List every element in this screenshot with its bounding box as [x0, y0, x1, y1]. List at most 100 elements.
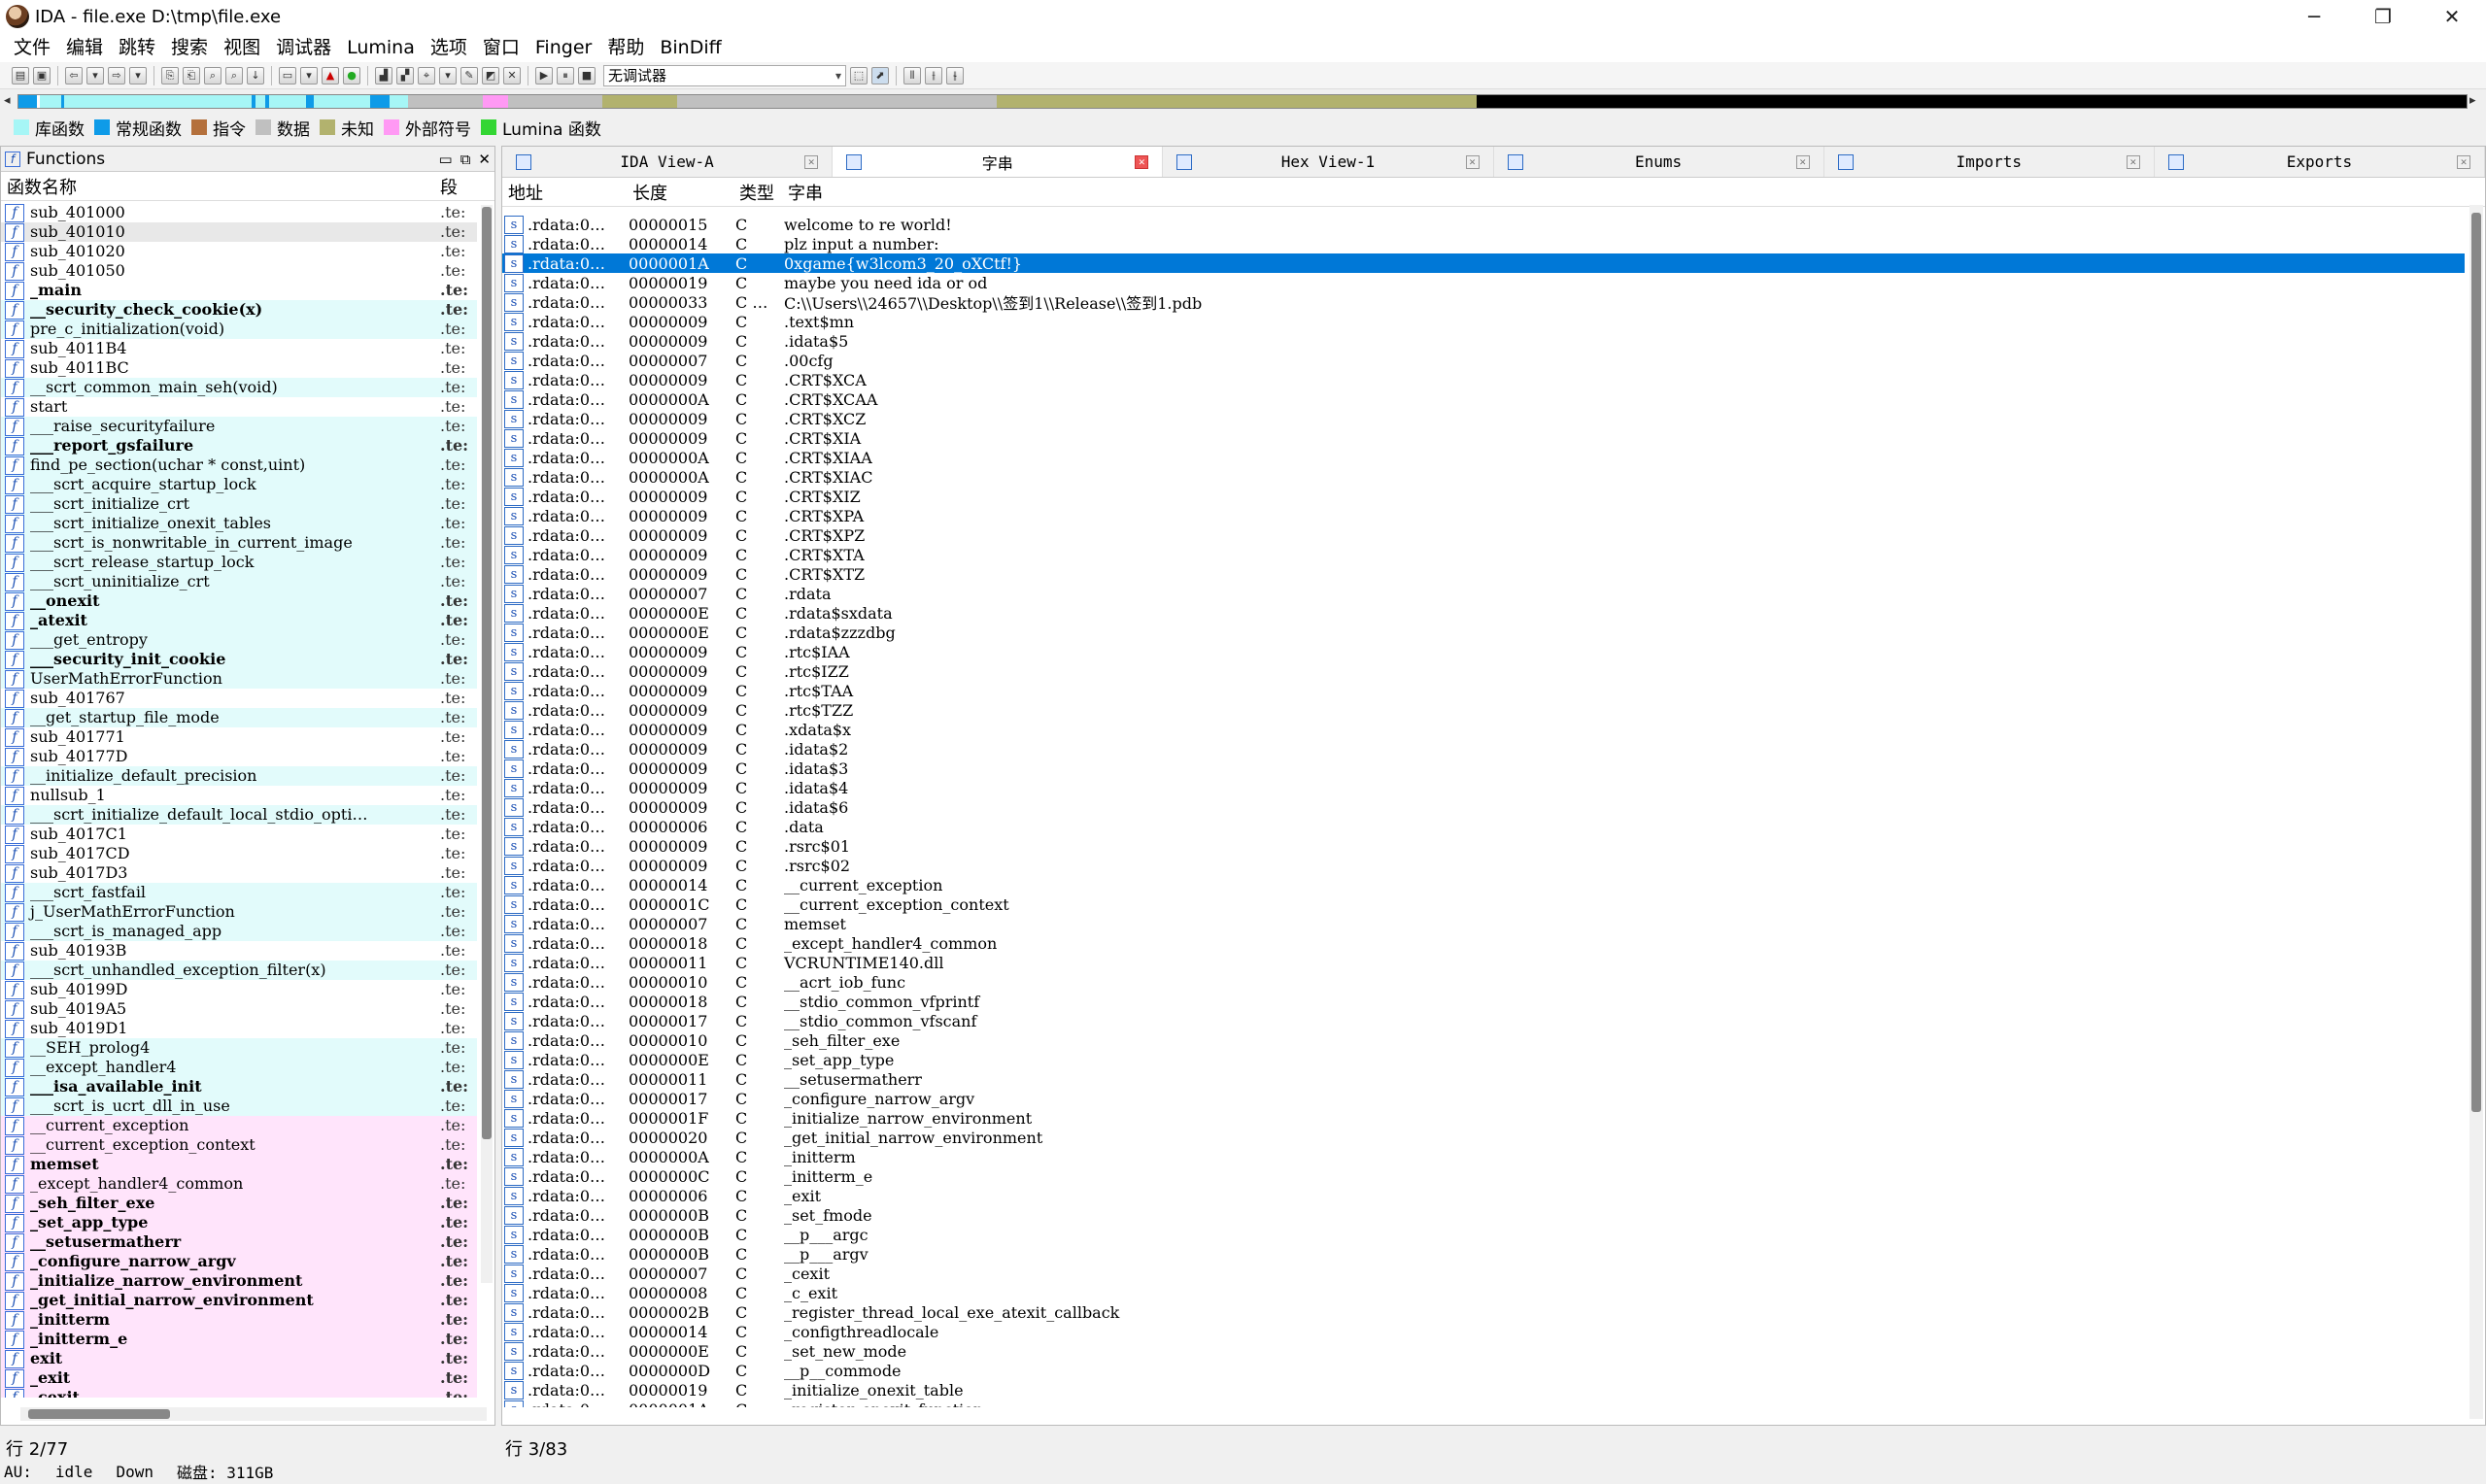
- string-row[interactable]: s .rdata:0… 00000007 Cmemset: [502, 914, 2465, 933]
- function-row[interactable]: f _configure_narrow_argv .te:: [1, 1252, 477, 1271]
- function-row[interactable]: f __get_startup_file_mode .te:: [1, 708, 477, 727]
- plugin-icon[interactable]: ◩: [482, 66, 499, 84]
- call-graph-icon[interactable]: ⌖: [418, 66, 435, 84]
- string-row[interactable]: s .rdata:0… 00000009 C .rtc$TZZ: [502, 700, 2465, 720]
- function-row[interactable]: f ___scrt_is_nonwritable_in_current_image…: [1, 533, 477, 553]
- tab-close-icon[interactable]: ✕: [1135, 154, 1149, 169]
- string-row[interactable]: s .rdata:0… 00000009 C .CRT$XIA: [502, 428, 2465, 448]
- finger-alt-icon[interactable]: ⫳: [946, 66, 964, 84]
- string-row[interactable]: s .rdata:0… 0000000E C _set_new_mode: [502, 1341, 2465, 1361]
- menu-item[interactable]: 文件: [6, 33, 58, 62]
- string-row[interactable]: s .rdata:0… 0000000B C __p___argc: [502, 1225, 2465, 1244]
- function-row[interactable]: f ___raise_securityfailure .te:: [1, 417, 477, 436]
- function-row[interactable]: f __current_exception .te:: [1, 1116, 477, 1135]
- function-row[interactable]: f sub_40177D .te:: [1, 747, 477, 766]
- string-row[interactable]: s .rdata:0… 00000009 C .idata$6: [502, 797, 2465, 817]
- function-row[interactable]: f __except_handler4 .te:: [1, 1058, 477, 1077]
- search-binary-icon[interactable]: ⌕: [204, 66, 221, 84]
- tab-close-icon[interactable]: ✕: [1465, 154, 1480, 169]
- column-header-type[interactable]: 类型: [735, 180, 784, 205]
- close-window-button[interactable]: ✕: [2421, 0, 2483, 33]
- string-row[interactable]: s .rdata:0… 00000009 C .CRT$XTA: [502, 545, 2465, 564]
- string-row[interactable]: s .rdata:0… 00000017 C __stdio_common_vfscan…: [502, 1011, 2465, 1030]
- string-row[interactable]: s .rdata:0… 00000014 C _configthreadlocale: [502, 1322, 2465, 1341]
- function-row[interactable]: f nullsub_1 .te:: [1, 786, 477, 805]
- panel-close-icon[interactable]: ✕: [478, 151, 491, 168]
- navigation-strip[interactable]: [17, 94, 2468, 109]
- string-row[interactable]: s .rdata:0… 00000014 Cplz input a number:: [502, 234, 2465, 253]
- forward-arrow-icon[interactable]: ⇨: [108, 66, 125, 84]
- string-row[interactable]: s .rdata:0… 00000015 Cwelcome to re world!: [502, 215, 2465, 234]
- menu-item[interactable]: Lumina: [339, 33, 423, 62]
- functions-vertical-scrollbar[interactable]: [481, 205, 493, 1283]
- tab-exports[interactable]: Exports ✕: [2155, 147, 2486, 177]
- function-row[interactable]: f ___scrt_initialize_default_local_stdio_…: [1, 805, 477, 825]
- function-row[interactable]: f __SEH_prolog4 .te:: [1, 1038, 477, 1058]
- string-row[interactable]: s .rdata:0… 0000002B C _register_thread_loca…: [502, 1302, 2465, 1322]
- function-row[interactable]: f sub_4017CD .te:: [1, 844, 477, 863]
- string-row[interactable]: s .rdata:0… 00000011 C __setusermatherr: [502, 1069, 2465, 1089]
- menu-item[interactable]: Finger: [528, 33, 599, 62]
- function-row[interactable]: f _initterm_e .te:: [1, 1330, 477, 1349]
- scrollbar-thumb[interactable]: [2471, 213, 2481, 1112]
- string-row[interactable]: s .rdata:0… 0000001F C _initialize_narrow_en…: [502, 1108, 2465, 1128]
- chart-icon[interactable]: ▟: [375, 66, 392, 84]
- string-row[interactable]: s .rdata:0… 00000009 C .rtc$TAA: [502, 681, 2465, 700]
- string-row[interactable]: s .rdata:0… 00000009 C .rsrc$02: [502, 856, 2465, 875]
- string-row[interactable]: s .rdata:0… 0000001A C 0xgame{w3lcom3_20_oXC…: [502, 253, 2465, 273]
- search-text-icon[interactable]: ⌕: [225, 66, 243, 84]
- menu-item[interactable]: 跳转: [111, 33, 163, 62]
- save-icon[interactable]: ▣: [33, 66, 51, 84]
- stop-icon[interactable]: ✕: [503, 66, 521, 84]
- function-row[interactable]: f ___scrt_uninitialize_crt .te:: [1, 572, 477, 591]
- bindiff-icon[interactable]: ⫴: [903, 66, 921, 84]
- function-row[interactable]: f sub_4019D1 .te:: [1, 1019, 477, 1038]
- strings-vertical-scrollbar[interactable]: [2469, 205, 2483, 1419]
- column-header-string[interactable]: 字串: [784, 180, 823, 205]
- function-row[interactable]: f sub_4011BC .te:: [1, 358, 477, 378]
- view-mode-icon[interactable]: ▭: [279, 66, 296, 84]
- string-row[interactable]: s .rdata:0… 00000019 C _initialize_onexit_ta…: [502, 1380, 2465, 1400]
- string-row[interactable]: s .rdata:0… 00000007 C .rdata: [502, 584, 2465, 603]
- column-header-address[interactable]: 地址: [502, 180, 629, 205]
- jump-down-icon[interactable]: ↓: [247, 66, 264, 84]
- function-row[interactable]: f ___scrt_initialize_onexit_tables .te:: [1, 514, 477, 533]
- stop-debug-icon[interactable]: ■: [578, 66, 596, 84]
- paste-icon[interactable]: ⎗: [183, 66, 200, 84]
- function-row[interactable]: f _cexit .te:: [1, 1388, 477, 1398]
- string-row[interactable]: s .rdata:0… 0000001C C __current_exception_c…: [502, 894, 2465, 914]
- column-header-length[interactable]: 长度: [629, 180, 735, 205]
- call-graph-dropdown-icon[interactable]: ▾: [439, 66, 457, 84]
- string-row[interactable]: s .rdata:0… 00000009 C .idata$5: [502, 331, 2465, 351]
- string-row[interactable]: s .rdata:0… 00000009 C .CRT$XCZ: [502, 409, 2465, 428]
- tab-close-icon[interactable]: ✕: [804, 154, 819, 169]
- string-row[interactable]: s .rdata:0… 00000008 C _c_exit: [502, 1283, 2465, 1302]
- string-row[interactable]: s .rdata:0… 00000018 C __stdio_common_vfprin…: [502, 992, 2465, 1011]
- string-row[interactable]: s .rdata:0… 00000009 C .CRT$XTZ: [502, 564, 2465, 584]
- open-file-icon[interactable]: ▤: [12, 66, 29, 84]
- string-row[interactable]: s .rdata:0…0000001AC_register_onexit_func…: [502, 1400, 2465, 1407]
- function-row[interactable]: f ___scrt_is_managed_app .te:: [1, 922, 477, 941]
- function-row[interactable]: f ___scrt_unhandled_exception_filter(x) .t…: [1, 961, 477, 980]
- string-row[interactable]: s .rdata:0… 00000033 C … C:\\Users\\24657\\D…: [502, 292, 2465, 313]
- function-row[interactable]: f _exit .te:: [1, 1368, 477, 1388]
- string-row[interactable]: s .rdata:0… 0000000A C .CRT$XIAA: [502, 448, 2465, 467]
- attach-icon[interactable]: ⬈: [871, 66, 889, 84]
- string-row[interactable]: s .rdata:0… 0000000A C .CRT$XCAA: [502, 389, 2465, 409]
- copy-icon[interactable]: ⎘: [161, 66, 179, 84]
- string-row[interactable]: s .rdata:0… 00000009 C .idata$4: [502, 778, 2465, 797]
- function-row[interactable]: f sub_4019A5 .te:: [1, 999, 477, 1019]
- navigation-band[interactable]: ◂ ▸: [0, 91, 2486, 111]
- forward-dropdown-icon[interactable]: ▾: [129, 66, 147, 84]
- function-row[interactable]: f ___report_gsfailure .te:: [1, 436, 477, 455]
- function-row[interactable]: f ___scrt_release_startup_lock .te:: [1, 553, 477, 572]
- string-row[interactable]: s .rdata:0… 0000000B C _set_fmode: [502, 1205, 2465, 1225]
- string-row[interactable]: s .rdata:0… 0000000B C __p___argv: [502, 1244, 2465, 1264]
- menu-item[interactable]: 编辑: [58, 33, 111, 62]
- function-row[interactable]: f _initterm .te:: [1, 1310, 477, 1330]
- function-row[interactable]: f pre_c_initialization(void) .te:: [1, 320, 477, 339]
- string-row[interactable]: s .rdata:0… 0000000E C .rdata$sxdata: [502, 603, 2465, 623]
- string-row[interactable]: s .rdata:0… 00000006 C _exit: [502, 1186, 2465, 1205]
- function-row[interactable]: f ___security_init_cookie .te:: [1, 650, 477, 669]
- function-row[interactable]: f sub_401000 .te:: [1, 203, 477, 222]
